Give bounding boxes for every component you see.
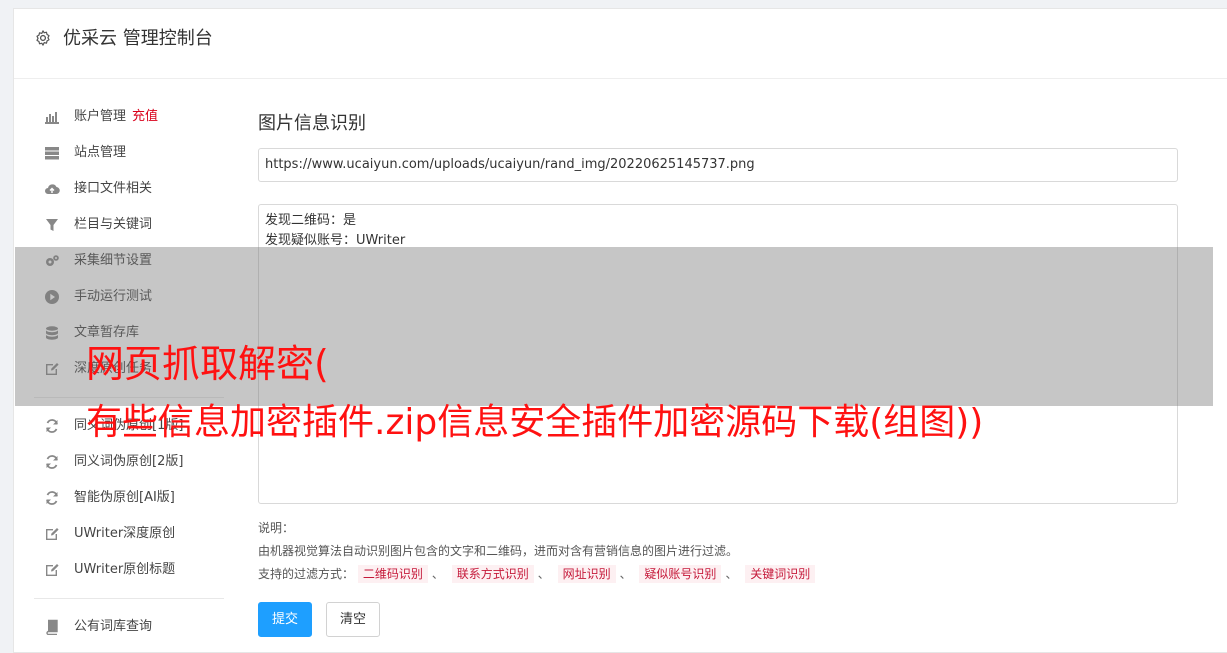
- sidebar-item-sites[interactable]: 站点管理: [34, 141, 224, 165]
- sidebar-item-uwriter-deep[interactable]: UWriter深度原创: [34, 522, 224, 546]
- sidebar-item-label: 智能伪原创[AI版]: [74, 490, 175, 505]
- sidebar-item-label: 账户管理: [74, 109, 127, 124]
- filter-label: 支持的过滤方式：: [258, 567, 355, 581]
- sidebar-divider: [34, 598, 224, 599]
- sidebar-item-label: 同义词伪原创[2版]: [74, 454, 184, 469]
- overlay-title-line1: 网页抓取解密(: [86, 342, 329, 386]
- sidebar-item-columns-keywords[interactable]: 栏目与关键词: [34, 213, 224, 237]
- sidebar-item-label: 栏目与关键词: [74, 217, 153, 232]
- filter-icon: [46, 219, 58, 231]
- separator: 、: [725, 567, 738, 581]
- image-url-input[interactable]: https://www.ucaiyun.com/uploads/ucaiyun/…: [258, 148, 1178, 182]
- sidebar-item-synonym-v2[interactable]: 同义词伪原创[2版]: [34, 450, 224, 474]
- filter-tag: 二维码识别: [357, 565, 428, 583]
- filter-tag: 疑似账号识别: [639, 565, 722, 583]
- filter-tag: 联系方式识别: [451, 565, 534, 583]
- filter-tag: 网址识别: [557, 565, 616, 583]
- refresh-icon: [46, 455, 58, 469]
- separator: 、: [431, 567, 444, 581]
- sidebar-item-label: UWriter深度原创: [74, 526, 176, 541]
- book-icon: [46, 619, 58, 635]
- notes-label: 说明：: [258, 521, 295, 535]
- section-title: 图片信息识别: [258, 113, 366, 134]
- filter-methods: 支持的过滤方式： 二维码识别、 联系方式识别、 网址识别、 疑似账号识别、 关键…: [258, 563, 1178, 586]
- cloud-upload-icon: [45, 184, 60, 195]
- bar-chart-icon: [45, 112, 59, 124]
- refresh-icon: [46, 419, 58, 433]
- edit-icon: [46, 564, 59, 576]
- notes-description: 由机器视觉算法自动识别图片包含的文字和二维码，进而对含有营销信息的图片进行过滤。: [258, 544, 739, 558]
- result-line: 发现二维码：是: [265, 213, 357, 228]
- server-icon: [45, 147, 59, 160]
- sidebar-item-label: UWriter原创标题: [74, 562, 176, 577]
- separator: 、: [537, 567, 550, 581]
- sidebar-item-label: 接口文件相关: [74, 181, 153, 196]
- submit-button[interactable]: 提交: [258, 602, 312, 637]
- filter-tag: 关键词识别: [745, 565, 816, 583]
- refresh-icon: [46, 491, 58, 505]
- clear-button[interactable]: 清空: [326, 602, 380, 637]
- sidebar-item-label: 站点管理: [74, 145, 127, 160]
- gear-icon: [36, 30, 50, 46]
- header: 优采云 管理控制台: [14, 9, 1227, 79]
- sidebar-item-api-files[interactable]: 接口文件相关: [34, 177, 224, 201]
- sidebar-item-ai-rewrite[interactable]: 智能伪原创[AI版]: [34, 486, 224, 510]
- sidebar-item-public-dictionary[interactable]: 公有词库查询: [34, 615, 224, 639]
- overlay-title-line2: 有些信息加密插件.zip信息安全插件加密源码下载(组图)): [86, 402, 984, 443]
- edit-icon: [46, 528, 59, 540]
- page-title: 优采云 管理控制台: [63, 28, 213, 49]
- sidebar-item-label: 公有词库查询: [74, 619, 153, 634]
- separator: 、: [619, 567, 632, 581]
- notes: 说明： 由机器视觉算法自动识别图片包含的文字和二维码，进而对含有营销信息的图片进…: [258, 517, 1178, 586]
- sidebar-item-uwriter-title[interactable]: UWriter原创标题: [34, 558, 224, 582]
- recharge-link[interactable]: 充值: [132, 109, 158, 124]
- sidebar-item-account[interactable]: 账户管理 充值: [34, 105, 224, 129]
